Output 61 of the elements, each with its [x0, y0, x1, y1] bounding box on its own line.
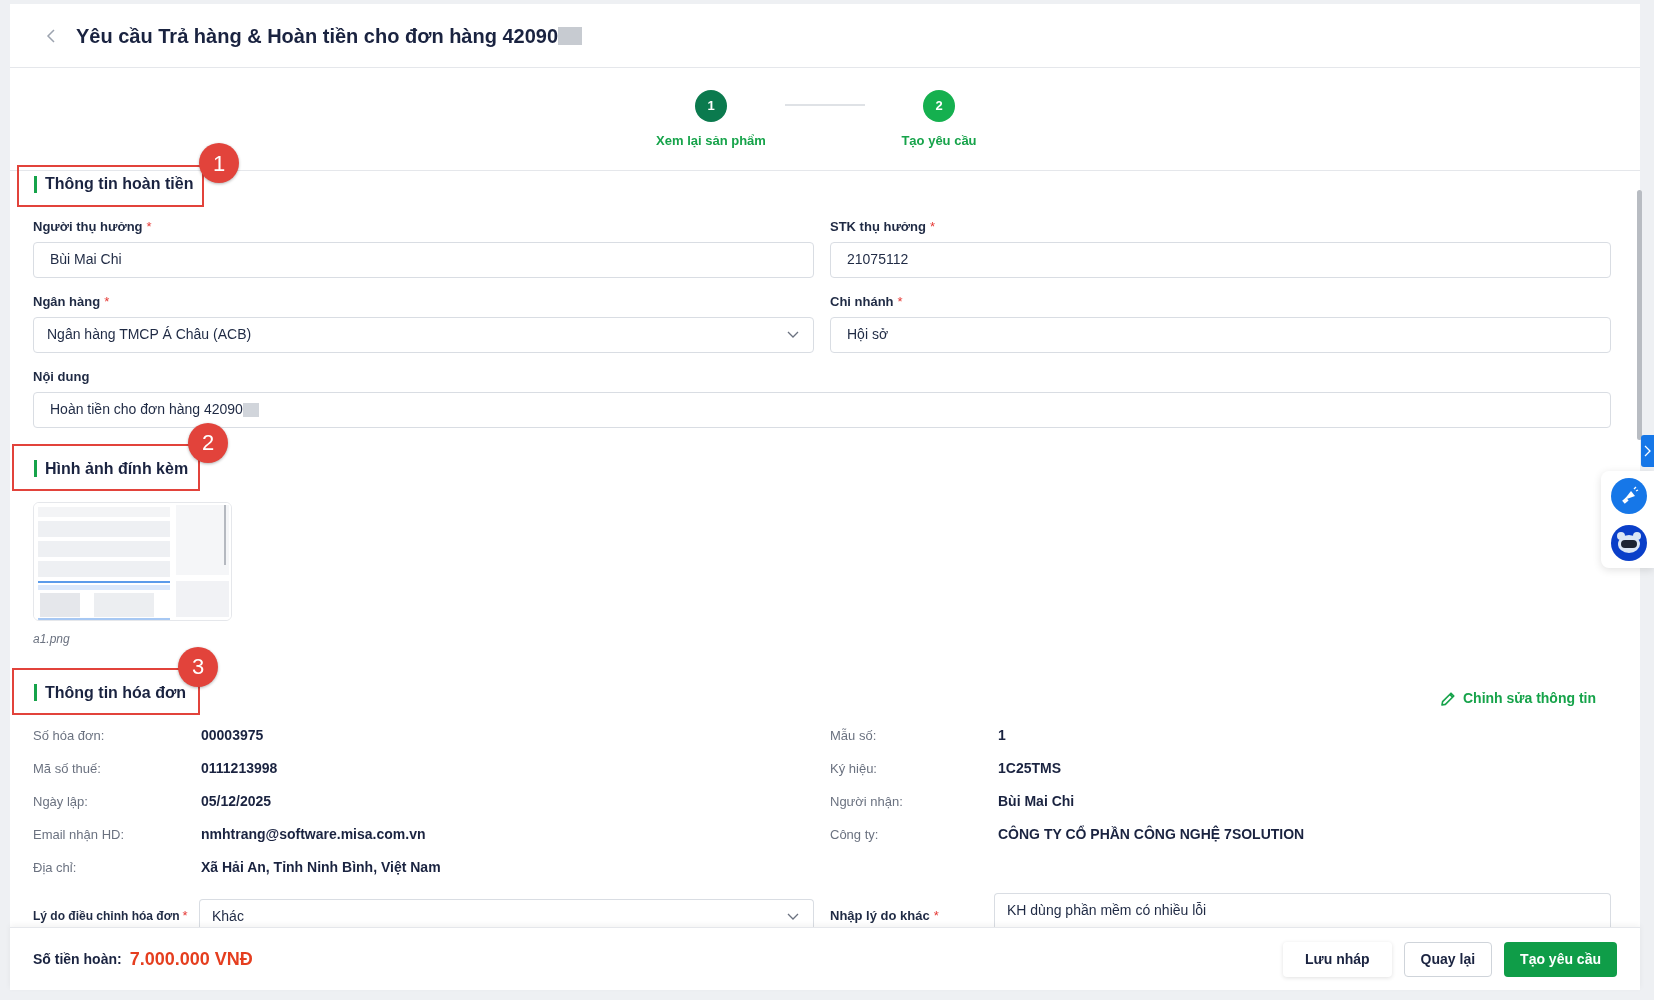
info-label: Email nhận HD:	[33, 825, 126, 844]
field-value: Ngân hàng TMCP Á Châu (ACB)	[47, 325, 252, 344]
scrollbar[interactable]	[1637, 190, 1642, 440]
info-label: Ngày lập:	[33, 792, 89, 811]
input-field[interactable]: Hoàn tiền cho đơn hàng 42090	[33, 391, 1611, 428]
field-label: Chi nhánh	[830, 292, 894, 311]
required-mark: *	[933, 907, 939, 926]
required-mark: *	[104, 292, 110, 311]
action-button[interactable]: Quay lại	[1403, 941, 1493, 977]
info-value: 00003975	[201, 726, 265, 745]
annotation-badge: 2	[188, 422, 228, 463]
info-label: Mã số thuế:	[33, 759, 102, 778]
action-button[interactable]: Lưu nháp	[1283, 941, 1392, 977]
bot-icon[interactable]	[1611, 525, 1647, 561]
info-label: Công ty:	[830, 825, 880, 844]
info-value: 1	[998, 726, 1007, 745]
field-label: Ngân hàng	[33, 292, 101, 311]
chevron-right-icon	[1644, 445, 1651, 457]
expand-tab[interactable]	[1641, 435, 1654, 467]
info-label: Mẫu số:	[830, 726, 878, 745]
info-value: Xã Hải An, Tỉnh Ninh Bình, Việt Nam	[201, 858, 442, 877]
field-label: Lý do điều chỉnh hóa đơn	[33, 908, 180, 925]
select-field[interactable]: Ngân hàng TMCP Á Châu (ACB)	[33, 316, 814, 353]
required-mark: *	[897, 292, 903, 311]
page-title: Yêu cầu Trả hàng & Hoàn tiền cho đơn hàng 42090	[76, 23, 559, 49]
action-button[interactable]: Tạo yêu cầu	[1504, 941, 1617, 977]
refund-label: Số tiền hoàn:	[33, 949, 122, 969]
required-mark: *	[182, 907, 188, 926]
info-label: Số hóa đơn:	[33, 726, 106, 745]
info-label: Địa chỉ:	[33, 858, 78, 877]
annotation-badge: 1	[199, 143, 239, 183]
step-label: Xem lại sản phẩm	[656, 132, 766, 150]
input-field[interactable]: Bùi Mai Chi	[33, 241, 814, 278]
field-label: Nội dung	[33, 367, 90, 386]
required-mark: *	[929, 217, 935, 236]
back-icon[interactable]	[46, 27, 56, 44]
section-title: Thông tin hoàn tiền	[45, 174, 194, 194]
section-title: Hình ảnh đính kèm	[45, 458, 189, 479]
field-value: Khác	[212, 907, 244, 926]
chevron-down-icon	[787, 330, 799, 339]
step-label: Tạo yêu cầu	[901, 132, 977, 150]
field-label: STK thụ hưởng	[830, 217, 926, 236]
required-mark: *	[146, 217, 152, 236]
field-label: Nhập lý do khác	[830, 907, 930, 926]
info-label: Người nhận:	[830, 792, 904, 811]
info-value: 0111213998	[201, 759, 279, 778]
info-value: nmhtrang@software.misa.com.vn	[201, 825, 427, 844]
info-label: Ký hiệu:	[830, 759, 878, 778]
info-value: 05/12/2025	[201, 792, 273, 811]
input-field[interactable]: Hội sở	[830, 316, 1611, 353]
info-value: Bùi Mai Chi	[998, 792, 1076, 811]
chevron-down-icon	[787, 912, 799, 921]
step-number[interactable]: 1	[695, 90, 727, 122]
megaphone-icon[interactable]	[1611, 478, 1647, 514]
info-value: CÔNG TY CỔ PHẦN CÔNG NGHỆ 7SOLUTION	[998, 824, 1306, 844]
annotation-badge: 3	[178, 646, 218, 687]
info-value: 1C25TMS	[998, 759, 1063, 778]
refund-amount: 7.000.000 VNĐ	[129, 947, 253, 971]
field-label: Người thụ hưởng	[33, 217, 143, 236]
input-field[interactable]: 21075112	[830, 241, 1611, 278]
file-name: a1.png	[33, 631, 71, 646]
